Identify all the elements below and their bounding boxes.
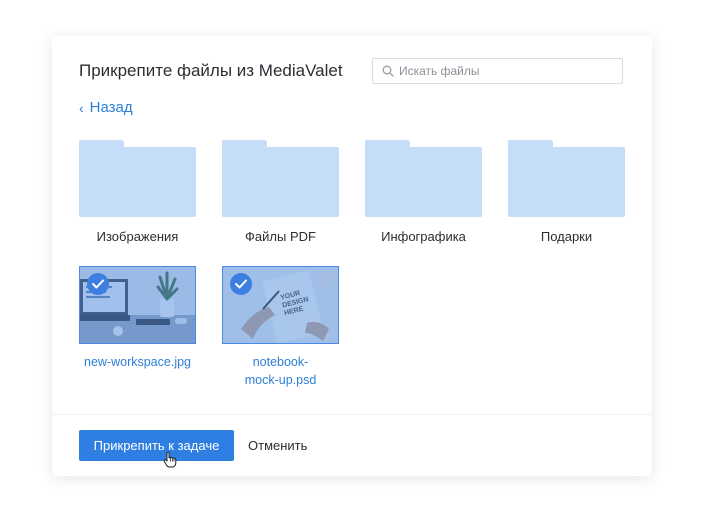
footer-divider: [52, 414, 652, 415]
folder-label: Файлы PDF: [245, 229, 316, 244]
search-icon: [382, 65, 394, 77]
file-new-workspace[interactable]: new-workspace.jpg: [79, 266, 196, 371]
folder-icon: [79, 140, 196, 217]
folder-icon: [222, 140, 339, 217]
file-notebook-mockup[interactable]: YOUR DESIGN HERE notebook- mock-up.psd: [222, 266, 339, 389]
file-name[interactable]: notebook- mock-up.psd: [222, 353, 339, 389]
attach-to-task-button[interactable]: Прикрепить к задаче: [79, 430, 234, 461]
folder-images[interactable]: Изображения: [79, 140, 196, 244]
folder-label: Изображения: [96, 229, 179, 244]
folder-label: Подарки: [540, 229, 593, 244]
cancel-button[interactable]: Отменить: [248, 430, 307, 461]
checkmark-icon[interactable]: [230, 273, 252, 295]
search-input[interactable]: [399, 64, 609, 78]
file-thumbnail: [79, 266, 196, 344]
checkmark-icon[interactable]: [87, 273, 109, 295]
back-label: Назад: [89, 99, 133, 116]
folder-icon: [508, 140, 625, 217]
folder-infographics[interactable]: Инфографика: [365, 140, 482, 244]
hand-pointer-icon: [163, 451, 177, 468]
search-box[interactable]: [372, 58, 623, 84]
folder-icon: [365, 140, 482, 217]
folder-pdf[interactable]: Файлы PDF: [222, 140, 339, 244]
attach-files-dialog: Прикрепите файлы из MediaValet ‹ Назад И…: [52, 36, 652, 476]
file-name[interactable]: new-workspace.jpg: [79, 353, 196, 371]
dialog-title: Прикрепите файлы из MediaValet: [79, 61, 343, 80]
chevron-left-icon: ‹: [79, 99, 84, 116]
folder-gifts[interactable]: Подарки: [508, 140, 625, 244]
folder-label: Инфографика: [381, 229, 466, 244]
back-link[interactable]: ‹ Назад: [79, 99, 133, 116]
file-thumbnail: YOUR DESIGN HERE: [222, 266, 339, 344]
